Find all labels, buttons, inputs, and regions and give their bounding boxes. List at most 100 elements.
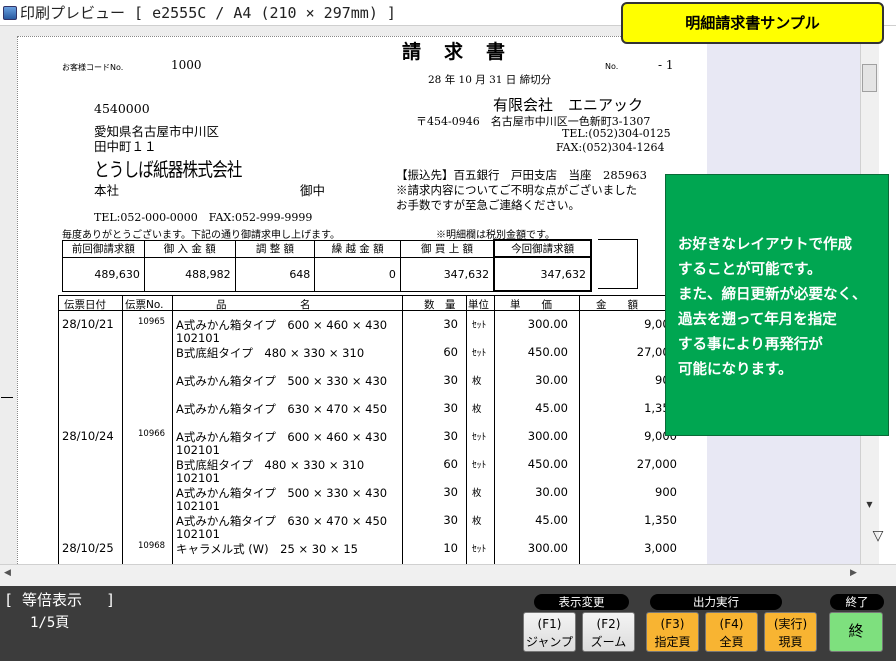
summary-value: 0 [314,256,401,292]
zoom-label: ズーム [590,635,627,649]
row-amount: 27,000 [636,345,677,359]
row-unit: 枚 [472,488,482,499]
row-qty: 30 [443,513,458,527]
recipient-company: とうしば紙器株式会社 [94,159,242,181]
row-unit: 枚 [472,516,482,527]
row-price: 450.00 [527,457,568,471]
row-price: 300.00 [527,541,568,555]
invoice-title: 請 求 書 [402,41,508,63]
table-row: B式底組タイプ 480 × 330 × 310 60 ｾｯﾄ 450.00 27,000 [58,345,680,360]
table-row: 102101 [58,499,680,513]
row-date: 28/10/25 [62,541,114,555]
page-no-label: No. [605,62,619,71]
row-qty: 30 [443,485,458,499]
customer-code-label: お客様コードNo. [62,63,124,72]
row-price: 30.00 [535,485,568,499]
row-item: キャラメル式 (W) 25 × 30 × 15 [176,542,358,556]
summary-header: 御 入 金 額 [143,239,236,258]
callout-line: することが可能です。 [678,262,822,278]
row-amount: 27,000 [636,457,677,471]
vertical-scroll-thumb[interactable] [862,64,877,92]
table-row: 102101 [58,471,680,485]
row-qty: 10 [443,541,458,555]
end-button[interactable]: 終 [829,612,883,652]
row-price: 30.00 [535,373,568,387]
page-status: 1/5頁 [30,615,70,631]
header-amount: 金 額 [596,299,638,311]
recipient-honorific: 御中 [300,183,326,198]
scroll-right-arrow-icon[interactable]: ▶ [850,568,857,578]
scroll-left-arrow-icon[interactable]: ◀ [4,568,11,578]
callout-line: また、締日更新が必要なく、 [678,287,867,303]
row-item: 102101 [176,471,220,485]
row-qty: 30 [443,317,458,331]
exec-key: (実行) [773,617,808,631]
jump-button[interactable]: (F1) ジャンプ [523,612,576,652]
recipient-address2: 田中町１１ [94,139,157,154]
horizontal-scrollbar[interactable] [0,564,896,586]
page-down-triangle-icon[interactable]: ▽ [866,528,890,550]
table-row: 102101 [58,527,680,541]
row-amount: 9,000 [644,317,677,331]
print-specified-pages-button[interactable]: (F3) 指定頁 [646,612,699,652]
row-amount: 9,000 [644,429,677,443]
row-price: 300.00 [527,317,568,331]
f3-key: (F3) [660,617,685,631]
row-item: A式みかん箱タイプ 500 × 330 × 430 [176,374,388,388]
row-item: B式底組タイプ 480 × 330 × 310 [176,346,365,360]
summary-header: 御 買 上 額 [399,239,495,258]
group-label-view: 表示変更 [534,594,629,610]
summary-extra-cell [598,239,638,289]
row-unit: 枚 [472,404,482,415]
row-amount: 900 [655,485,677,499]
recipient-postal: 4540000 [94,101,150,116]
header-qty: 数 量 [424,299,456,311]
summary-header: 今回御請求額 [493,239,592,258]
zoom-status: [ 等倍表示 ] [4,591,116,609]
row-price: 45.00 [535,513,568,527]
group-label-output: 出力実行 [650,594,782,610]
f4-label: 全頁 [719,635,744,649]
row-qty: 30 [443,373,458,387]
fold-mark [1,397,13,398]
jump-label: ジャンプ [525,635,574,649]
row-slip: 10965 [138,317,166,327]
window-title: 印刷プレビュー [ e2555C / A4 (210 × 297mm) ] [20,4,396,22]
f4-key: (F4) [719,617,744,631]
print-current-page-button[interactable]: (実行) 現頁 [764,612,817,652]
table-row: A式みかん箱タイプ 630 × 470 × 450 30 枚 45.00 1,350 [58,513,680,528]
row-amount: 1,350 [644,401,677,415]
row-amount: 3,000 [644,541,677,555]
row-item: 102101 [176,443,220,457]
summary-header: 調 整 額 [234,239,316,258]
summary-header: 繰 越 金 額 [314,239,401,258]
row-qty: 30 [443,429,458,443]
row-date: 28/10/21 [62,317,114,331]
row-price: 45.00 [535,401,568,415]
row-item: A式みかん箱タイプ 630 × 470 × 450 [176,402,388,416]
summary-value: 648 [234,256,316,292]
print-all-pages-button[interactable]: (F4) 全頁 [705,612,758,652]
scroll-down-arrow-icon[interactable]: ▼ [862,500,877,516]
table-row: 102101 [58,443,680,457]
detail-header: 伝票日付 伝票No. 品 名 数 量 単位 単 価 金 額 [58,295,680,311]
header-price: 単 価 [510,299,552,311]
summary-value: 347,632 [493,256,592,292]
page-no: - 1 [658,58,674,72]
recipient-branch: 本社 [94,183,120,198]
table-row: B式底組タイプ 480 × 330 × 310 60 ｾｯﾄ 450.00 27,000 [58,457,680,472]
zoom-button[interactable]: (F2) ズーム [582,612,635,652]
callout-line: する事により再発行が [678,337,823,353]
issuer-tel: TEL:(052)304-0125 [562,127,671,140]
summary-value: 489,630 [62,256,145,292]
row-item: 102101 [176,331,220,345]
header-slip: 伝票No. [125,299,164,311]
row-item: 102101 [176,499,220,513]
callout-line: お好きなレイアウトで作成 [678,237,852,253]
row-price: 450.00 [527,345,568,359]
row-amount: 1,350 [644,513,677,527]
row-qty: 60 [443,457,458,471]
summary-header: 前回御請求額 [62,239,145,258]
issuer-name: 有限会社 エニアック [493,96,644,114]
bank-line1: 【振込先】百五銀行 戸田支店 当座 285963 [396,168,647,182]
